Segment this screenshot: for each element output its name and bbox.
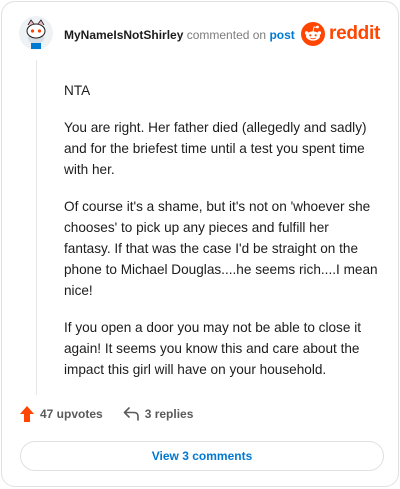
- thread-line: [36, 60, 37, 395]
- comment-body: NTA You are right. Her father died (alle…: [64, 80, 379, 396]
- comment-paragraph: NTA: [64, 83, 91, 98]
- comment-paragraph: You are right. Her father died (allegedl…: [64, 120, 367, 177]
- replies-count: 3 replies: [144, 407, 194, 421]
- view-comments-label: View 3 comments: [151, 449, 253, 463]
- comment-header: MyNameIsNotShirley commented on post red…: [2, 2, 398, 68]
- comment-paragraph: Of course it's a shame, but it's not on …: [64, 199, 378, 298]
- upvote-count: 47 upvotes: [40, 407, 103, 421]
- reddit-wordmark: reddit: [329, 23, 380, 44]
- post-link[interactable]: post: [269, 28, 294, 42]
- replies-button[interactable]: 3 replies: [123, 407, 194, 421]
- avatar[interactable]: [19, 16, 53, 50]
- username[interactable]: MyNameIsNotShirley: [64, 28, 183, 42]
- view-comments-button[interactable]: View 3 comments: [20, 441, 384, 471]
- upvote-button[interactable]: 47 upvotes: [20, 406, 103, 422]
- reddit-icon: [301, 22, 326, 46]
- upvote-arrow-icon: [20, 406, 34, 422]
- reddit-logo[interactable]: reddit: [301, 22, 380, 46]
- reply-icon: [123, 407, 139, 421]
- comment-meta: MyNameIsNotShirley commented on post: [64, 28, 295, 42]
- snoo-avatar-icon: [19, 16, 53, 50]
- comment-paragraph: If you open a door you may not be able t…: [64, 320, 361, 377]
- comment-footer: 47 upvotes 3 replies: [20, 406, 193, 422]
- action-text: commented on: [186, 28, 267, 42]
- comment-card: MyNameIsNotShirley commented on post red…: [1, 1, 399, 487]
